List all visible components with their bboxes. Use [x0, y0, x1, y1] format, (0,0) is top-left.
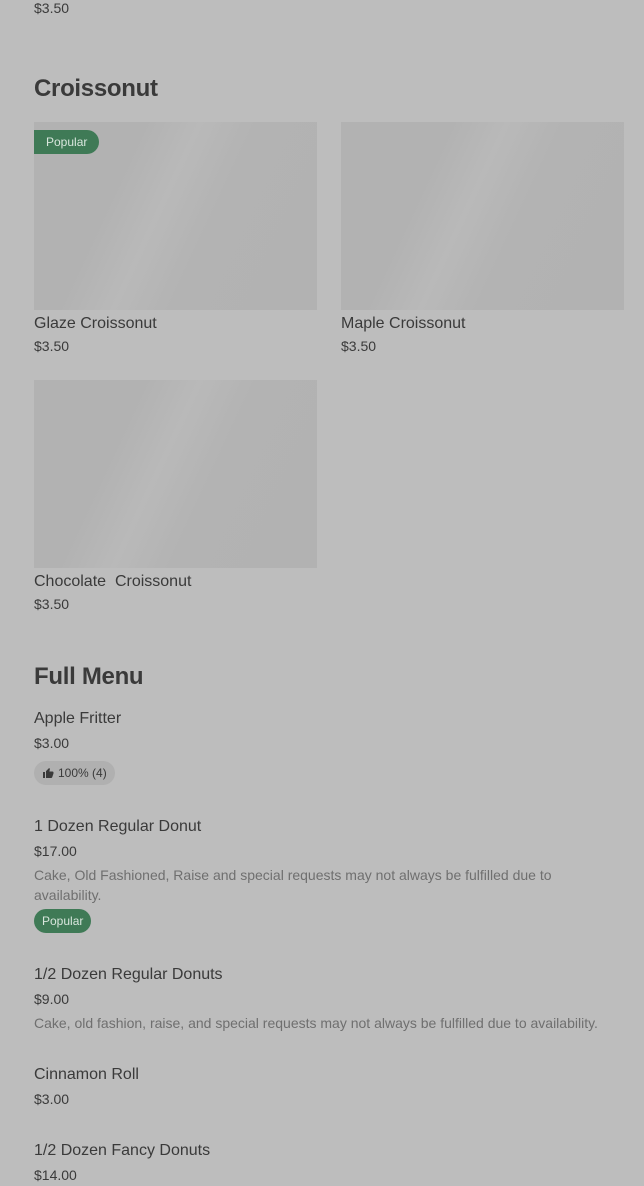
section-title-full-menu: Full Menu: [34, 663, 144, 690]
menu-card-chocolate-croissonut[interactable]: Chocolate Croissonut $3.50: [34, 380, 317, 612]
item-price: $9.00: [34, 991, 70, 1007]
popular-badge: Popular: [34, 909, 92, 933]
menu-item-half-dozen-regular-donuts[interactable]: 1/2 Dozen Regular Donuts $9.00 Cake, old…: [34, 965, 624, 1033]
item-description: Cake, Old Fashioned, Raise and special r…: [34, 867, 552, 903]
section-title-croissonut: Croissonut: [34, 75, 158, 102]
popular-badge: Popular: [34, 130, 100, 154]
menu-item-half-dozen-fancy-donuts[interactable]: 1/2 Dozen Fancy Donuts $14.00: [34, 1141, 624, 1184]
item-price: $3.00: [34, 735, 70, 751]
item-name: Maple Croissonut: [341, 315, 466, 332]
item-price: $3.50: [34, 338, 70, 354]
item-price: $3.50: [341, 338, 377, 354]
thumbs-up-icon: [43, 768, 54, 778]
item-name: Chocolate Croissonut: [34, 573, 192, 590]
item-image: [34, 380, 317, 568]
rating-text: 100% (4): [58, 766, 107, 780]
item-name: Glaze Croissonut: [34, 315, 157, 332]
menu-item-cinnamon-roll[interactable]: Cinnamon Roll $3.00: [34, 1065, 624, 1108]
item-price: $3.00: [34, 1091, 70, 1107]
item-name: 1/2 Dozen Regular Donuts: [34, 966, 223, 983]
item-price: $3.50: [34, 596, 70, 612]
previous-item-price: $3.50: [34, 0, 70, 16]
item-price: $14.00: [34, 1167, 77, 1183]
menu-item-1-dozen-regular-donut[interactable]: 1 Dozen Regular Donut $17.00 Cake, Old F…: [34, 817, 624, 933]
rating-badge: 100% (4): [34, 761, 115, 785]
item-name: 1/2 Dozen Fancy Donuts: [34, 1142, 211, 1159]
menu-card-maple-croissonut[interactable]: Maple Croissonut $3.50: [341, 122, 624, 354]
item-description: Cake, old fashion, raise, and special re…: [34, 1015, 598, 1031]
item-name: 1 Dozen Regular Donut: [34, 818, 202, 835]
item-name: Apple Fritter: [34, 710, 122, 727]
item-price: $17.00: [34, 843, 77, 859]
menu-page: $3.50 Croissonut Popular Glaze Croissonu…: [0, 0, 644, 1186]
menu-item-apple-fritter[interactable]: Apple Fritter $3.00 100% (4): [34, 709, 624, 785]
menu-card-glaze-croissonut[interactable]: Popular Glaze Croissonut $3.50: [34, 122, 317, 354]
item-name: Cinnamon Roll: [34, 1066, 139, 1083]
item-image: Popular: [34, 122, 317, 310]
item-image: [341, 122, 624, 310]
